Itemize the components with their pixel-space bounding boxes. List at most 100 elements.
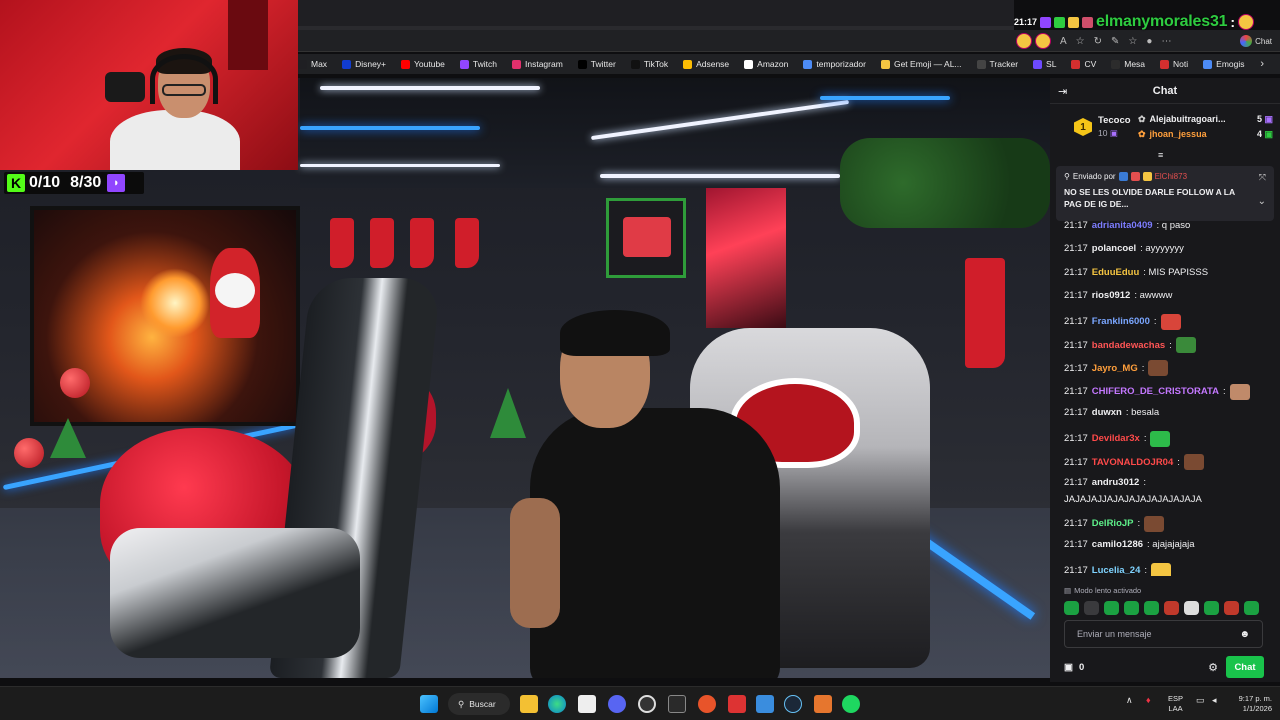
bookmark-adsense[interactable]: Adsense [683,59,729,69]
chat-message[interactable]: 21:17 camilo1286: ajajajajaja [1064,539,1195,550]
profile-icon[interactable]: ● [1146,36,1152,47]
chat-message[interactable]: 21:17 CHIFERO_DE_CRISTORATA: [1064,383,1250,400]
tray-chevron-icon[interactable]: ∧ [1126,695,1133,706]
message-username[interactable]: andru3012 [1092,477,1140,488]
favorites-icon[interactable]: ☆ [1128,36,1137,47]
quick-emote-icon[interactable] [1064,601,1079,615]
expand-chevron-icon[interactable]: ⌄ [1258,196,1266,207]
message-username[interactable]: camilo1286 [1092,539,1143,550]
quick-emote-icon[interactable] [1184,601,1199,615]
steam-icon[interactable] [784,695,802,713]
quick-emote-icon[interactable] [1204,601,1219,615]
message-username[interactable]: Lucelia_24 [1092,565,1141,576]
bookmark-sl[interactable]: SL [1033,59,1056,69]
obs-icon[interactable] [638,695,656,713]
quick-emote-icon[interactable] [1084,601,1099,615]
edge-browser-icon[interactable] [548,695,566,713]
quick-emote-icon[interactable] [1224,601,1239,615]
chat-message[interactable]: 21:17 andru3012: [1064,477,1146,488]
bookmark-cv[interactable]: CV [1071,59,1096,69]
chat-message-input[interactable]: Enviar un mensaje ☻ [1064,620,1263,648]
app-icon[interactable] [814,695,832,713]
bookmark-instagram[interactable]: Instagram [512,59,563,69]
extensions-icon[interactable]: ✎ [1111,36,1119,47]
message-username[interactable]: Devildar3x [1092,433,1140,444]
channel-points[interactable]: ▣ 0 [1064,662,1084,673]
message-username[interactable]: Franklin6000 [1092,316,1150,327]
message-username[interactable]: adrianita0409 [1092,220,1153,231]
network-icon[interactable]: ▭ [1196,695,1205,706]
chat-message[interactable]: 21:17 duwxn: besala [1064,407,1159,418]
pinned-message[interactable]: ⚲ Enviado por ElChi873 NO SE LES OLVIDE … [1056,166,1274,221]
bookmark-tiktok[interactable]: TikTok [630,59,668,69]
chat-message[interactable]: 21:17 DelRioJP: [1064,515,1165,532]
chat-message[interactable]: 21:17 bandadewachas: [1064,337,1196,353]
bookmark-twitter[interactable]: Twitter [577,59,616,69]
bookmark-tracker[interactable]: Tracker [976,59,1018,69]
chat-settings-gear-icon[interactable]: ⚙ [1208,661,1218,674]
send-chat-button[interactable]: Chat [1226,656,1264,678]
chat-message[interactable]: 21:17 Jayro_MG: [1064,360,1169,377]
bookmarks-overflow-chevron-icon[interactable]: › [1260,58,1264,70]
system-clock[interactable]: 9:17 p. m. 1/1/2026 [1228,694,1272,714]
message-username[interactable]: bandadewachas [1092,340,1165,351]
message-username[interactable]: TAVONALDOJR04 [1092,457,1173,468]
chat-message[interactable]: 21:17 rios0912: awwww [1064,290,1172,301]
unpin-icon[interactable]: ⤧ [1259,172,1266,183]
taskbar-search[interactable]: ⚲ Buscar [448,693,510,715]
leaderboard-top-name: Tecoco [1098,115,1131,126]
emote-icon [1151,562,1172,576]
message-username[interactable]: DelRioJP [1092,518,1134,529]
copilot-chat-button[interactable]: Chat [1240,35,1272,47]
message-username[interactable]: Jayro_MG [1092,363,1138,374]
quick-emote-icon[interactable] [1104,601,1119,615]
file-explorer-icon[interactable] [520,695,538,713]
bookmark-disney[interactable]: Disney+ [342,59,386,69]
gift-leaderboard[interactable]: 1 Tecoco 10 ▣ ✿ Alejabuitragoari... 5 ▣ … [1050,110,1280,146]
microphone-icon[interactable]: ♦ [1146,695,1151,705]
quick-emote-icon[interactable] [1244,601,1259,615]
bookmark-get-emoji-al[interactable]: Get Emoji — AL... [880,59,962,69]
emote-picker-icon[interactable]: ☻ [1239,629,1250,640]
bookmark-max[interactable]: Max [298,59,327,69]
chat-message[interactable]: 21:17 polancoel: ayyyyyyy [1064,243,1184,254]
capcut-icon[interactable] [578,695,596,713]
favorite-star-icon[interactable]: ☆ [1076,36,1085,47]
font-size-icon[interactable]: A [1060,36,1067,47]
browser-tab-strip[interactable] [298,0,1014,26]
message-username[interactable]: duwxn [1092,407,1122,418]
start-windows-icon[interactable] [420,695,438,713]
bookmark-youtube[interactable]: Youtube [401,59,445,69]
discord-icon[interactable] [608,695,626,713]
chat-message[interactable]: 21:17 TAVONALDOJR04: [1064,454,1204,470]
message-username[interactable]: CHIFERO_DE_CRISTORATA [1092,386,1219,397]
bookmark-mesa[interactable]: Mesa [1111,59,1145,69]
chat-message[interactable]: 21:17 Franklin6000: [1064,313,1181,330]
quick-emote-icon[interactable] [1124,601,1139,615]
more-options-icon[interactable]: ⋯ [1161,36,1171,47]
drag-handle-icon[interactable]: ≡ [1158,150,1163,160]
collapse-chat-icon[interactable]: ⇥ [1058,85,1067,98]
message-username[interactable]: rios0912 [1092,290,1131,301]
bookmark-temporizador[interactable]: temporizador [803,59,866,69]
bookmark-noti[interactable]: Noti [1160,59,1188,69]
bookmark-twitch[interactable]: Twitch [459,59,497,69]
refresh-icon[interactable]: ↻ [1094,36,1102,47]
volume-icon[interactable]: ◂ [1212,695,1217,706]
bookmark-emogis[interactable]: Emogis [1203,59,1245,69]
epic-games-icon[interactable] [668,695,686,713]
app-icon[interactable] [698,695,716,713]
app-icon[interactable] [728,695,746,713]
spotify-icon[interactable] [842,695,860,713]
app-icon[interactable] [756,695,774,713]
chat-message[interactable]: 21:17 EduuEduu: MIS PAPISSS [1064,267,1208,278]
chat-message[interactable]: 21:17 Devildar3x: [1064,430,1171,447]
chat-message[interactable]: 21:17 Lucelia_24: [1064,562,1172,576]
message-username[interactable]: polancoel [1092,243,1136,254]
message-username[interactable]: EduuEduu [1092,267,1140,278]
quick-emote-icon[interactable] [1164,601,1179,615]
quick-emote-icon[interactable] [1144,601,1159,615]
bookmark-amazon[interactable]: Amazon [744,59,788,69]
language-indicator[interactable]: ESP LAA [1168,694,1183,714]
chat-message[interactable]: 21:17 adrianita0409: q paso [1064,220,1190,231]
